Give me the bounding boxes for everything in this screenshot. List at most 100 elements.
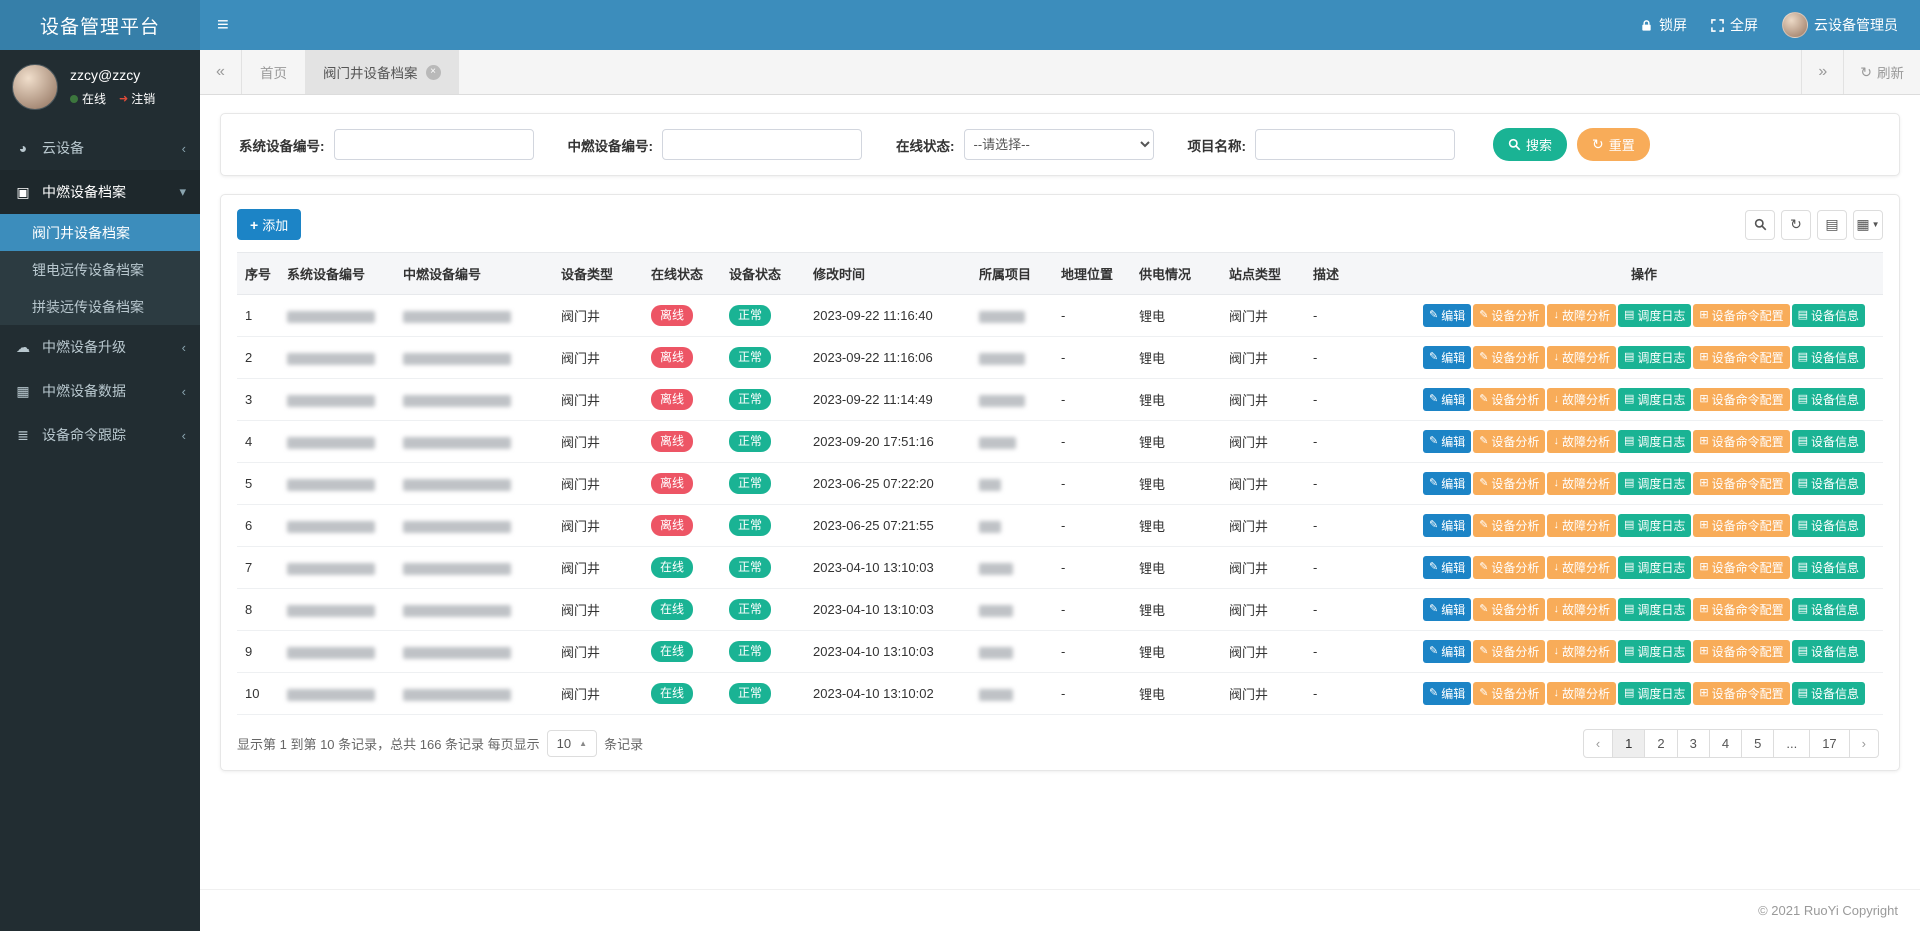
page-button[interactable]: 4 (1709, 729, 1742, 758)
online-status-select[interactable]: --请选择-- (964, 129, 1154, 160)
page-ellipsis[interactable]: ... (1773, 729, 1810, 758)
device-analysis-button[interactable]: ✎设备分析 (1473, 472, 1545, 495)
fault-analysis-button[interactable]: ↓故障分析 (1547, 388, 1616, 411)
user-menu[interactable]: 云设备管理员 (1770, 0, 1910, 50)
device-analysis-button[interactable]: ✎设备分析 (1473, 346, 1545, 369)
edit-button[interactable]: ✎编辑 (1423, 388, 1471, 411)
fault-analysis-button[interactable]: ↓故障分析 (1547, 682, 1616, 705)
table-refresh-button[interactable]: ↻ (1781, 210, 1811, 240)
dispatch-log-button[interactable]: ▤调度日志 (1618, 472, 1691, 495)
device-info-button[interactable]: ▤设备信息 (1792, 556, 1865, 579)
device-command-config-button[interactable]: ⊞设备命令配置 (1693, 640, 1789, 663)
page-button[interactable]: 17 (1809, 729, 1849, 758)
edit-button[interactable]: ✎编辑 (1423, 514, 1471, 537)
sidebar-toggle-button[interactable]: ≡ (200, 0, 246, 50)
edit-button[interactable]: ✎编辑 (1423, 472, 1471, 495)
fault-analysis-button[interactable]: ↓故障分析 (1547, 346, 1616, 369)
device-analysis-button[interactable]: ✎设备分析 (1473, 556, 1545, 579)
tabs-scroll-right-button[interactable]: » (1801, 50, 1843, 94)
edit-button[interactable]: ✎编辑 (1423, 430, 1471, 453)
dispatch-log-button[interactable]: ▤调度日志 (1618, 598, 1691, 621)
fault-analysis-button[interactable]: ↓故障分析 (1547, 304, 1616, 327)
device-command-config-button[interactable]: ⊞设备命令配置 (1693, 556, 1789, 579)
device-analysis-button[interactable]: ✎设备分析 (1473, 598, 1545, 621)
fault-analysis-button[interactable]: ↓故障分析 (1547, 640, 1616, 663)
lock-screen-button[interactable]: 锁屏 (1628, 0, 1699, 50)
sidebar-subitem[interactable]: 拼装远传设备档案 (0, 288, 200, 325)
edit-button[interactable]: ✎编辑 (1423, 598, 1471, 621)
edit-button[interactable]: ✎编辑 (1423, 556, 1471, 579)
edit-button[interactable]: ✎编辑 (1423, 346, 1471, 369)
project-name-input[interactable] (1255, 129, 1455, 160)
refresh-tab-button[interactable]: ↻ 刷新 (1843, 50, 1920, 94)
dispatch-log-button[interactable]: ▤调度日志 (1618, 388, 1691, 411)
edit-button[interactable]: ✎编辑 (1423, 640, 1471, 663)
page-button[interactable]: 1 (1612, 729, 1645, 758)
fault-analysis-button[interactable]: ↓故障分析 (1547, 514, 1616, 537)
device-analysis-button[interactable]: ✎设备分析 (1473, 640, 1545, 663)
device-info-button[interactable]: ▤设备信息 (1792, 682, 1865, 705)
page-button[interactable]: 5 (1741, 729, 1774, 758)
system-device-no-input[interactable] (334, 129, 534, 160)
dispatch-log-button[interactable]: ▤调度日志 (1618, 514, 1691, 537)
device-command-config-button[interactable]: ⊞设备命令配置 (1693, 304, 1789, 327)
device-info-button[interactable]: ▤设备信息 (1792, 430, 1865, 453)
sidebar-subitem[interactable]: 阀门井设备档案 (0, 214, 200, 251)
device-analysis-button[interactable]: ✎设备分析 (1473, 514, 1545, 537)
sidebar-item[interactable]: ☁中燃设备升级‹ (0, 325, 200, 369)
dispatch-log-button[interactable]: ▤调度日志 (1618, 304, 1691, 327)
edit-button[interactable]: ✎编辑 (1423, 682, 1471, 705)
table-search-toggle-button[interactable] (1745, 210, 1775, 240)
device-command-config-button[interactable]: ⊞设备命令配置 (1693, 514, 1789, 537)
device-command-config-button[interactable]: ⊞设备命令配置 (1693, 472, 1789, 495)
device-analysis-button[interactable]: ✎设备分析 (1473, 388, 1545, 411)
table-toggle-view-button[interactable]: ▤ (1817, 210, 1847, 240)
device-command-config-button[interactable]: ⊞设备命令配置 (1693, 682, 1789, 705)
device-command-config-button[interactable]: ⊞设备命令配置 (1693, 598, 1789, 621)
device-info-button[interactable]: ▤设备信息 (1792, 472, 1865, 495)
device-command-config-button[interactable]: ⊞设备命令配置 (1693, 346, 1789, 369)
sidebar-item[interactable]: ▦中燃设备数据‹ (0, 369, 200, 413)
device-analysis-button[interactable]: ✎设备分析 (1473, 304, 1545, 327)
device-command-config-button[interactable]: ⊞设备命令配置 (1693, 430, 1789, 453)
sidebar-item[interactable]: ▣中燃设备档案▾ (0, 170, 200, 214)
fault-analysis-button[interactable]: ↓故障分析 (1547, 598, 1616, 621)
sidebar-subitem[interactable]: 锂电远传设备档案 (0, 251, 200, 288)
add-button[interactable]: + 添加 (237, 209, 301, 240)
fault-analysis-button[interactable]: ↓故障分析 (1547, 472, 1616, 495)
sidebar-item[interactable]: ◕云设备‹ (0, 126, 200, 170)
tabs-scroll-left-button[interactable]: « (200, 50, 242, 94)
device-info-button[interactable]: ▤设备信息 (1792, 346, 1865, 369)
device-info-button[interactable]: ▤设备信息 (1792, 514, 1865, 537)
dispatch-log-button[interactable]: ▤调度日志 (1618, 556, 1691, 579)
device-info-button[interactable]: ▤设备信息 (1792, 388, 1865, 411)
page-button[interactable]: 2 (1644, 729, 1677, 758)
device-analysis-button[interactable]: ✎设备分析 (1473, 430, 1545, 453)
table-columns-button[interactable]: ▦▼ (1853, 210, 1883, 240)
tab-close-icon[interactable]: × (426, 65, 441, 80)
device-command-config-button[interactable]: ⊞设备命令配置 (1693, 388, 1789, 411)
logout-link[interactable]: ➜ 注销 (119, 90, 155, 107)
dispatch-log-button[interactable]: ▤调度日志 (1618, 682, 1691, 705)
zr-device-no-input[interactable] (662, 129, 862, 160)
tab[interactable]: 首页 (242, 50, 305, 94)
reset-button[interactable]: ↻ 重置 (1577, 128, 1650, 161)
device-info-button[interactable]: ▤设备信息 (1792, 640, 1865, 663)
device-info-button[interactable]: ▤设备信息 (1792, 598, 1865, 621)
dispatch-log-button[interactable]: ▤调度日志 (1618, 346, 1691, 369)
sidebar-item[interactable]: ≣设备命令跟踪‹ (0, 413, 200, 457)
fullscreen-button[interactable]: 全屏 (1699, 0, 1770, 50)
page-button[interactable]: 3 (1677, 729, 1710, 758)
page-next-button[interactable]: › (1849, 729, 1879, 758)
edit-button[interactable]: ✎编辑 (1423, 304, 1471, 327)
fault-analysis-button[interactable]: ↓故障分析 (1547, 430, 1616, 453)
device-info-button[interactable]: ▤设备信息 (1792, 304, 1865, 327)
page-size-select[interactable]: 10 ▲ (547, 730, 597, 757)
dispatch-log-button[interactable]: ▤调度日志 (1618, 430, 1691, 453)
device-analysis-button[interactable]: ✎设备分析 (1473, 682, 1545, 705)
dispatch-log-button[interactable]: ▤调度日志 (1618, 640, 1691, 663)
search-button[interactable]: 搜索 (1493, 128, 1567, 161)
fault-analysis-button[interactable]: ↓故障分析 (1547, 556, 1616, 579)
tab[interactable]: 阀门井设备档案× (305, 50, 459, 94)
page-prev-button[interactable]: ‹ (1583, 729, 1613, 758)
